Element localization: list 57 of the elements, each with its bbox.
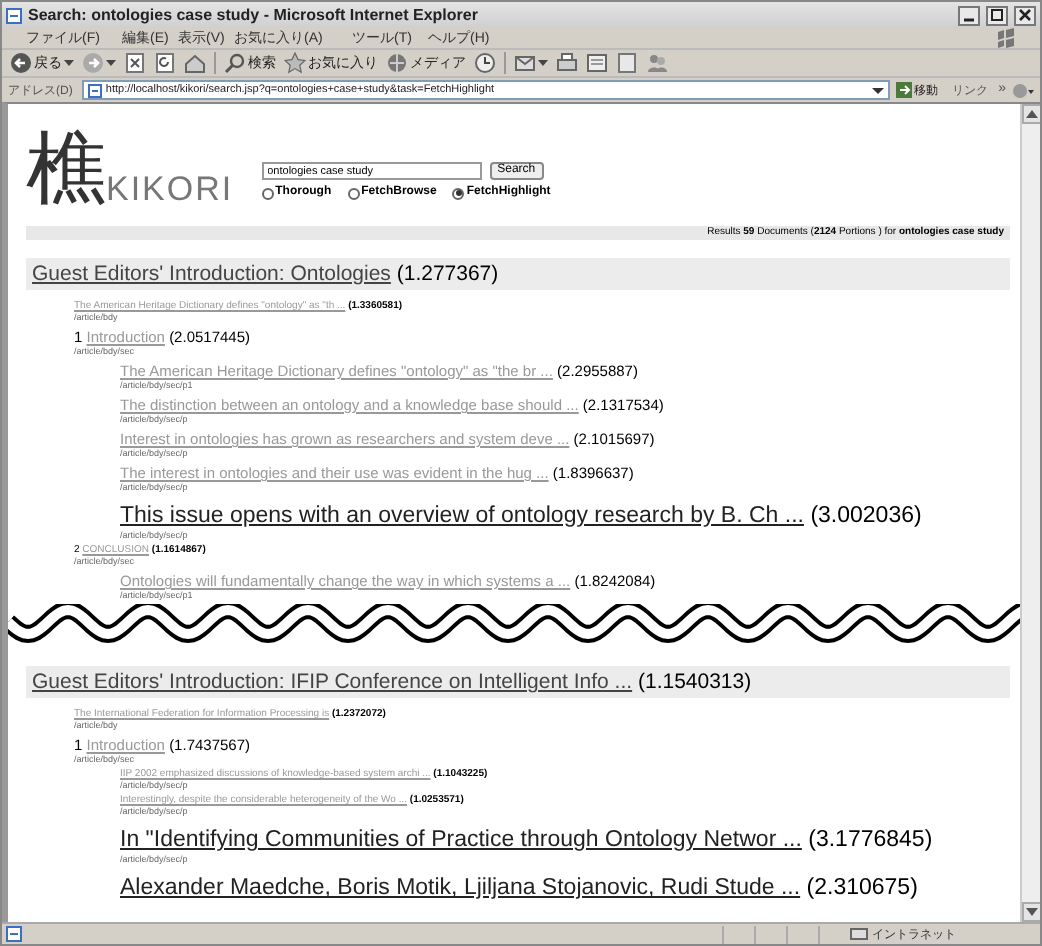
go-arrow-icon <box>896 82 913 98</box>
house-icon <box>184 52 206 74</box>
scroll-down-button[interactable] <box>1022 902 1040 922</box>
group-title-link[interactable]: Guest Editors' Introduction: Ontologies <box>32 262 391 286</box>
logo-text: KIKORI <box>106 170 234 210</box>
logo-icon <box>996 28 1016 48</box>
page-refresh-icon <box>154 52 176 74</box>
printer-icon <box>556 52 578 74</box>
clock-icon <box>474 52 496 74</box>
close-icon <box>1018 8 1032 22</box>
document-icon <box>586 52 608 74</box>
result-link[interactable]: This issue opens with an overview of ontology research by B. Ch ... <box>120 504 804 528</box>
radio-button[interactable] <box>261 187 274 199</box>
globe-icon <box>386 52 408 74</box>
window-title: Search: ontologies case study - Microsoft Internet Explorer <box>28 3 478 27</box>
result-link[interactable]: In "Identifying Communities of Practice through Ontology Networ ... <box>120 828 802 852</box>
toolbar-button[interactable] <box>124 52 146 74</box>
score-text: (3.002036) <box>810 504 922 528</box>
group-title-link[interactable]: Guest Editors' Introduction: IFIP Conference on Intelligent Info ... <box>32 670 633 694</box>
caret-icon <box>64 59 74 67</box>
forward-icon <box>82 52 104 74</box>
logo-kanji: 樵 <box>26 130 106 210</box>
back-icon <box>10 52 32 74</box>
globe-icon[interactable] <box>1012 81 1034 99</box>
maximize-icon <box>990 8 1004 22</box>
toolbar-button[interactable] <box>586 52 608 74</box>
envelope-icon <box>514 52 536 74</box>
page-icon <box>87 83 102 97</box>
maximize-button[interactable] <box>986 5 1008 25</box>
toolbar-button[interactable] <box>556 52 578 74</box>
score-text: (2.310675) <box>806 876 918 900</box>
page-x-icon <box>124 52 146 74</box>
page-icon <box>616 52 638 74</box>
search-icon <box>224 52 246 74</box>
minimize-button[interactable] <box>958 5 980 25</box>
result-link[interactable]: Alexander Maedche, Boris Motik, Ljiljana Stojanovic, Rudi Stude ... <box>120 876 801 900</box>
network-icon <box>850 926 868 942</box>
down-arrow-icon <box>1026 908 1038 916</box>
close-button[interactable] <box>1014 5 1036 25</box>
toolbar-button[interactable] <box>474 52 496 74</box>
toolbar-button[interactable] <box>82 52 116 74</box>
group-score: (1.277367) <box>396 262 499 286</box>
radio-button[interactable] <box>452 187 465 199</box>
group-score: (1.1540313) <box>637 670 752 694</box>
radio-button[interactable] <box>347 187 360 199</box>
toolbar-button[interactable] <box>514 52 548 74</box>
scroll-up-button[interactable] <box>1022 104 1040 124</box>
page-icon <box>6 7 22 23</box>
score-text: (3.1776845) <box>808 828 933 852</box>
caret-icon <box>538 59 548 67</box>
scrollbar[interactable] <box>1020 104 1040 922</box>
toolbar-button[interactable] <box>154 52 176 74</box>
up-arrow-icon <box>1026 110 1038 118</box>
page-icon <box>6 926 22 942</box>
people-icon <box>646 52 668 74</box>
dropdown-caret-icon[interactable] <box>872 85 885 95</box>
caret-icon <box>106 59 116 67</box>
